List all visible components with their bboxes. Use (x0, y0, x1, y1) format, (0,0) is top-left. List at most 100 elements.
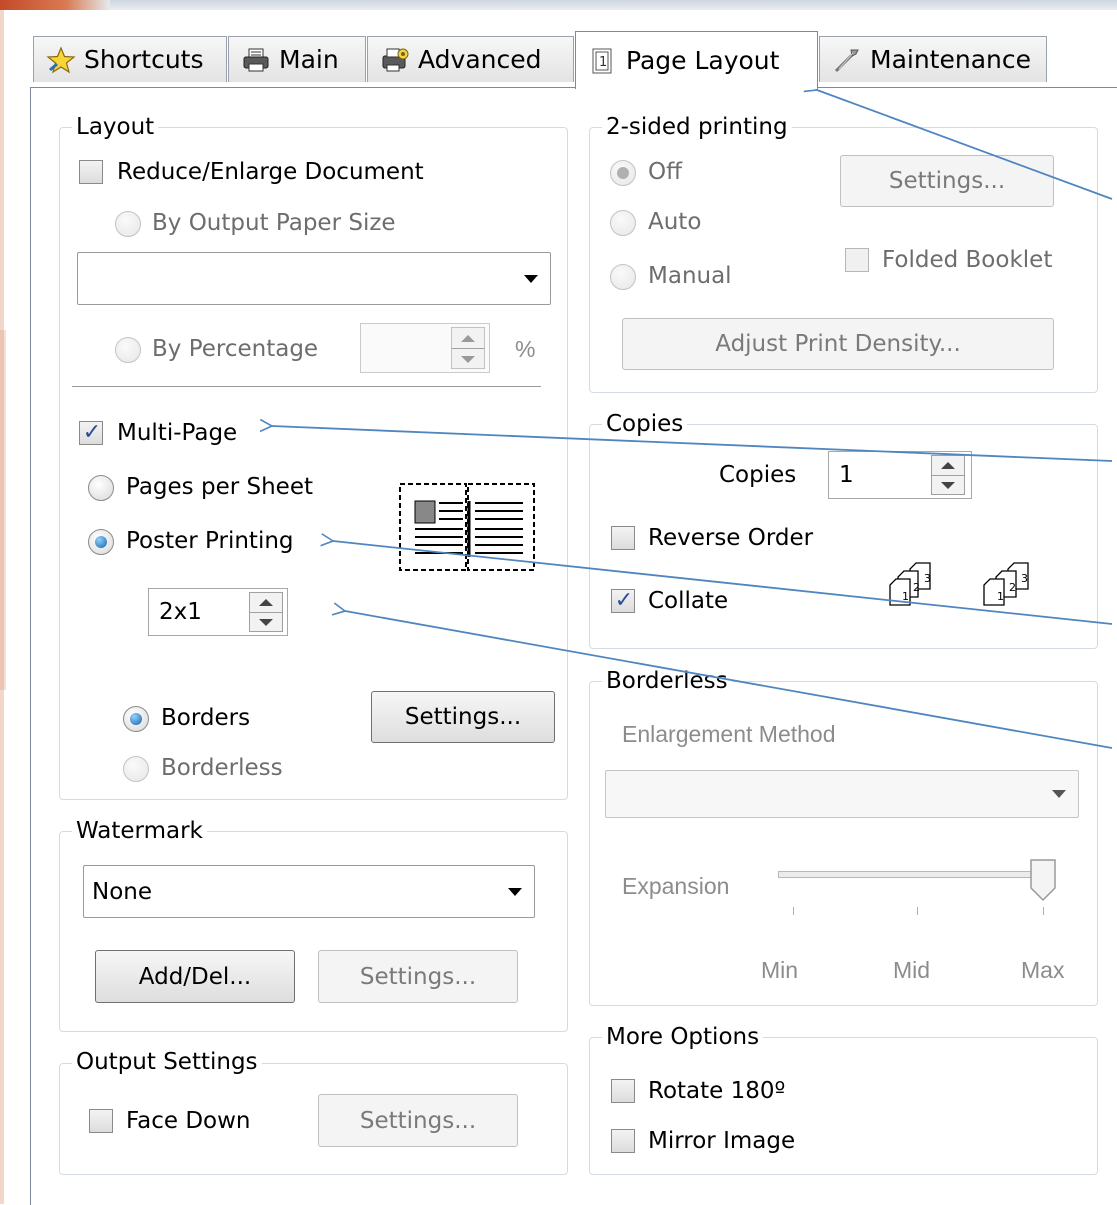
window-title-bar (0, 0, 1117, 10)
reduce-enlarge-label: Reduce/Enlarge Document (117, 159, 424, 185)
copies-value: 1 (839, 462, 854, 488)
two-sided-manual-label: Manual (648, 263, 732, 289)
output-settings-group-title: Output Settings (72, 1048, 262, 1076)
spin-down-icon[interactable] (932, 475, 964, 495)
chevron-down-icon (1052, 790, 1066, 798)
tab-advanced[interactable]: Advanced (367, 36, 574, 82)
poster-printing-radio[interactable] (88, 529, 114, 555)
tab-maintenance[interactable]: Maintenance (819, 36, 1047, 82)
two-sided-manual-radio[interactable] (610, 264, 636, 290)
adjust-print-density-button[interactable]: Adjust Print Density... (622, 318, 1054, 370)
two-sided-off-radio[interactable] (610, 160, 636, 186)
copies-spinner[interactable]: 1 (828, 451, 972, 499)
mirror-image-checkbox[interactable] (611, 1129, 635, 1153)
window-left-edge-shadow (0, 330, 6, 690)
mirror-image-label: Mirror Image (648, 1128, 796, 1154)
expansion-slider-track[interactable] (778, 871, 1046, 878)
wrench-icon (830, 45, 864, 75)
tab-label: Advanced (418, 45, 542, 74)
watermark-dropdown[interactable]: None (83, 865, 535, 918)
face-down-label: Face Down (126, 1108, 251, 1134)
two-sided-auto-label: Auto (648, 209, 702, 235)
more-options-group-title: More Options (602, 1023, 764, 1051)
expansion-slider-thumb[interactable] (1028, 858, 1058, 908)
tab-main[interactable]: Main (228, 36, 366, 82)
expansion-label: Expansion (622, 873, 730, 899)
collated-pages-icon: 1 2 3 1 2 3 (886, 560, 1046, 616)
layout-separator (72, 386, 541, 387)
advanced-settings-icon (378, 45, 412, 75)
enlargement-method-label: Enlargement Method (622, 721, 836, 747)
two-sided-group-title: 2-sided printing (602, 113, 792, 141)
window-title-accent (0, 0, 110, 10)
watermark-group-title: Watermark (72, 817, 207, 845)
multi-page-label: Multi-Page (117, 420, 238, 446)
borderless-group-title: Borderless (602, 667, 732, 695)
expansion-max-label: Max (1021, 957, 1065, 983)
printer-icon (239, 45, 273, 75)
tab-label: Shortcuts (84, 45, 204, 74)
star-icon (44, 45, 78, 75)
multi-page-checkbox[interactable]: ✓ (79, 420, 103, 445)
reverse-order-label: Reverse Order (648, 525, 814, 551)
poster-size-spinner[interactable]: 2x1 (148, 588, 288, 636)
by-output-paper-size-radio[interactable] (115, 211, 141, 237)
tab-shortcuts[interactable]: Shortcuts (33, 36, 227, 82)
chevron-down-icon (508, 887, 522, 896)
expansion-min-label: Min (761, 957, 799, 983)
borderless-label: Borderless (161, 755, 283, 781)
copies-group-title: Copies (602, 410, 688, 438)
poster-size-value: 2x1 (159, 599, 202, 625)
by-percentage-radio[interactable] (115, 337, 141, 363)
two-sided-auto-radio[interactable] (610, 210, 636, 236)
collate-page-digit: 3 (924, 572, 931, 585)
layout-group-title: Layout (72, 113, 159, 141)
pages-per-sheet-radio[interactable] (88, 475, 114, 501)
tab-page-layout[interactable]: 1 Page Layout (575, 31, 818, 89)
tab-label: Maintenance (870, 45, 1031, 74)
expansion-tick (793, 907, 794, 915)
two-sided-off-label: Off (648, 159, 682, 185)
folded-booklet-checkbox[interactable] (845, 248, 869, 272)
watermark-add-del-button[interactable]: Add/Del... (95, 950, 295, 1003)
two-sided-settings-button[interactable]: Settings... (840, 155, 1054, 207)
expansion-tick (1043, 907, 1044, 915)
rotate-180-label: Rotate 180º (648, 1078, 786, 1104)
rotate-180-checkbox[interactable] (611, 1079, 635, 1103)
spin-up-icon[interactable] (452, 328, 484, 348)
by-output-paper-size-label: By Output Paper Size (152, 210, 396, 236)
spin-up-icon[interactable] (250, 593, 282, 612)
watermark-settings-button[interactable]: Settings... (318, 950, 518, 1003)
borderless-radio[interactable] (123, 756, 149, 782)
face-down-checkbox[interactable] (89, 1109, 113, 1133)
by-percentage-label: By Percentage (152, 336, 319, 362)
borders-radio[interactable] (123, 706, 149, 732)
spin-up-icon[interactable] (932, 456, 964, 475)
collate-page-digit: 3 (1021, 572, 1028, 585)
reduce-enlarge-checkbox[interactable] (79, 160, 103, 184)
percentage-spinner[interactable] (360, 323, 490, 373)
output-settings-button[interactable]: Settings... (318, 1094, 518, 1147)
copies-spin-buttons[interactable] (931, 455, 965, 495)
collate-page-digit: 2 (1009, 581, 1016, 594)
collate-page-digit: 2 (913, 581, 920, 594)
spin-down-icon[interactable] (250, 612, 282, 632)
expansion-mid-label: Mid (893, 957, 931, 983)
collate-checkbox[interactable]: ✓ (611, 588, 635, 613)
copies-label: Copies (719, 462, 797, 488)
spin-down-icon[interactable] (452, 348, 484, 369)
enlargement-method-dropdown[interactable] (605, 770, 1079, 818)
poster-printing-label: Poster Printing (126, 528, 294, 554)
svg-text:1: 1 (599, 55, 607, 70)
reverse-order-checkbox[interactable] (611, 526, 635, 550)
tab-label: Main (279, 45, 339, 74)
pages-per-sheet-label: Pages per Sheet (126, 474, 313, 500)
percent-unit: % (515, 336, 536, 362)
poster-settings-button[interactable]: Settings... (371, 691, 555, 743)
percentage-spin-buttons[interactable] (451, 327, 485, 369)
chevron-down-icon (524, 274, 538, 283)
watermark-selected: None (92, 878, 153, 905)
poster-spin-buttons[interactable] (249, 592, 283, 632)
output-paper-size-dropdown[interactable] (77, 252, 551, 305)
page-layout-icon: 1 (586, 46, 620, 76)
